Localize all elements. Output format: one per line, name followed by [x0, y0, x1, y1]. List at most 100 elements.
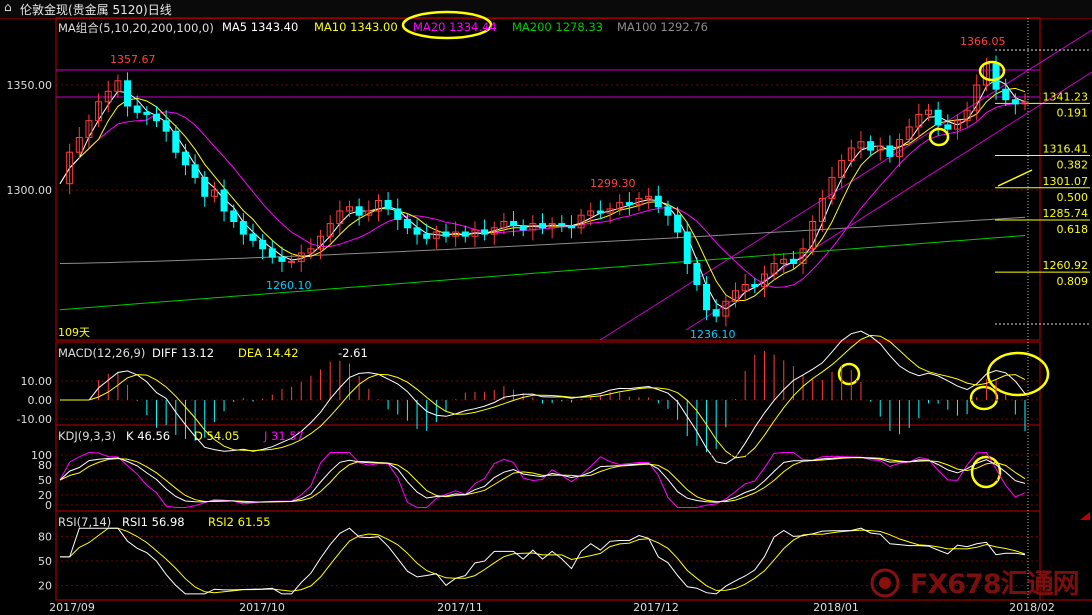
rsi-tick-0: 80 — [38, 530, 52, 543]
fib-price-0: 1341.23 — [1043, 90, 1089, 103]
candle-body — [394, 208, 402, 220]
label-high-1366: 1366.05 — [960, 35, 1006, 48]
ma200-label: MA200 1278.33 — [512, 20, 603, 34]
kdj-j-label: J 31.57 — [264, 429, 304, 443]
candle-body — [992, 63, 1000, 90]
x-axis-label-5: 2018/02 — [1009, 601, 1055, 614]
candle-body — [1002, 88, 1010, 101]
x-axis-label-4: 2018/01 — [813, 601, 859, 614]
candle-body — [674, 214, 682, 233]
fib-price-1: 1316.41 — [1043, 143, 1089, 156]
candle-body — [683, 231, 691, 264]
ma100-label: MA100 1292.76 — [617, 20, 708, 34]
candle-body — [567, 225, 575, 229]
candle-body — [133, 105, 141, 113]
highlight-circle-6 — [970, 455, 1002, 489]
kdj-k-label: K 46.56 — [126, 429, 171, 443]
candle-body — [153, 113, 160, 122]
kdj-tick-1: 80 — [38, 459, 52, 472]
label-low-1260: 1260.10 — [266, 279, 312, 292]
candle-body — [181, 151, 189, 166]
kdj-indicator-label: KDJ(9,3,3) — [58, 429, 117, 443]
fib-ratio-1: 0.382 — [1057, 159, 1089, 172]
fib-ratio-2: 0.500 — [1057, 191, 1089, 204]
candle-body — [288, 260, 296, 263]
ma-indicator-label: MA组合(5,10,20,200,100,0) — [58, 21, 214, 35]
candle-body — [268, 248, 276, 258]
candle-body — [625, 202, 633, 206]
kdj-tick-2: 50 — [38, 474, 52, 487]
candle-body — [124, 80, 132, 107]
rsi1-label: RSI1 56.98 — [122, 515, 185, 529]
candle-body — [703, 284, 711, 311]
label-mid-1299: 1299.30 — [590, 177, 636, 190]
candle-body — [944, 124, 952, 130]
candle-body — [510, 221, 518, 227]
candle-body — [481, 229, 489, 235]
macd-value-label: -2.61 — [338, 346, 368, 360]
candle-body — [712, 309, 720, 317]
x-axis-label-2: 2017/11 — [437, 601, 483, 614]
candle-body — [751, 284, 759, 288]
fib-price-4: 1260.92 — [1043, 259, 1089, 272]
watermark-text: FX678汇通网 — [910, 569, 1080, 600]
macd-dea-label: DEA 14.42 — [238, 346, 299, 360]
candle-body — [461, 231, 469, 237]
rsi-tick-1: 50 — [38, 555, 52, 568]
candle-body — [201, 176, 209, 197]
candle-body — [539, 223, 546, 229]
fib-ratio-4: 0.809 — [1057, 275, 1089, 288]
macd-tick-1: 0.00 — [28, 394, 53, 407]
candle-body — [384, 200, 392, 210]
macd-tick-0: 10.00 — [21, 375, 53, 388]
macd-diff-label: DIFF 13.12 — [152, 346, 215, 360]
candle-body — [886, 145, 894, 157]
rsi-tick-2: 20 — [38, 580, 52, 593]
candle-body — [143, 111, 151, 115]
candle-body — [403, 218, 411, 229]
candle-body — [239, 221, 247, 235]
x-axis-label-0: 2017/09 — [49, 601, 95, 614]
candle-body — [558, 223, 566, 227]
candle-body — [355, 206, 363, 216]
fib-price-2: 1301.07 — [1043, 175, 1089, 188]
candle-body — [654, 195, 662, 208]
candle-body — [1011, 99, 1019, 105]
rsi2-label: RSI2 61.55 — [208, 515, 271, 529]
y-tick-label-1: 1300.00 — [7, 184, 53, 197]
candle-body — [259, 239, 267, 250]
candle-body — [191, 164, 199, 178]
chart-root: ⌂ 伦敦金现(贵金属 5120)日线 1350.00 1300.00 1341.23… — [0, 0, 1092, 615]
macd-indicator-label: MACD(12,26,9) — [58, 346, 146, 360]
candle-body — [789, 258, 797, 264]
kdj-j-line — [59, 451, 1026, 508]
candle-body — [162, 120, 170, 132]
fib-arrow — [997, 169, 1033, 187]
rsi-indicator-label: RSI(7,14) — [58, 515, 112, 529]
candle-body — [278, 256, 286, 262]
candle-body — [413, 227, 421, 235]
ma200-line — [59, 235, 1026, 311]
x-axis-label-1: 2017/10 — [239, 601, 285, 614]
kdj-d-label: D 54.05 — [194, 429, 240, 443]
candle-body — [867, 141, 875, 151]
candle-body — [249, 233, 257, 241]
x-axis-label-3: 2017/12 — [633, 601, 679, 614]
highlight-circle-5 — [969, 385, 999, 411]
ma10-label: MA10 1343.00 — [314, 20, 398, 34]
candle-body — [664, 206, 672, 216]
candle-body — [596, 210, 604, 214]
label-low-1236: 1236.10 — [690, 328, 736, 341]
highlight-circle-4 — [986, 351, 1050, 397]
y-tick-label-0: 1350.00 — [7, 79, 53, 92]
fib-ratio-0: 0.191 — [1057, 106, 1089, 119]
kdj-tick-4: 0 — [45, 499, 52, 512]
label-high-1357: 1357.67 — [110, 53, 156, 66]
fib-price-3: 1285.74 — [1043, 207, 1089, 220]
ma20-label: MA20 1334.44 — [413, 20, 497, 34]
candle-body — [423, 233, 431, 239]
macd-tick-2: -10.00 — [17, 413, 52, 426]
highlight-circle-2 — [928, 127, 950, 147]
candle-body — [172, 130, 180, 153]
channel-upper-line — [599, 29, 1092, 341]
